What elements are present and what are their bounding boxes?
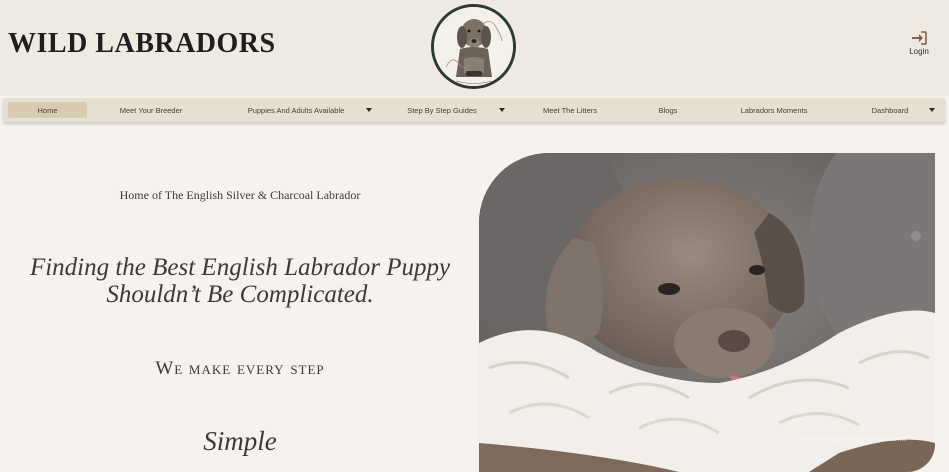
hero-emphasis: Simple xyxy=(203,426,277,456)
labrador-logo-icon xyxy=(434,7,513,86)
caret-down-icon[interactable] xyxy=(929,108,935,112)
hero-headline-line-2: Shouldn’t Be Complicated. xyxy=(106,281,374,308)
windows-activation-watermark: Go to Settings to activate Windows. xyxy=(797,436,908,443)
hero-text-column: Home of The English Silver & Charcoal La… xyxy=(0,122,480,472)
main-navigation: Home Meet Your Breeder Puppies And Adult… xyxy=(3,98,945,122)
nav-item-puppies-and-adults-available[interactable]: Puppies And Adults Available xyxy=(231,102,361,118)
hero-puppy-image: Go to Settings to activate Windows. xyxy=(479,153,935,472)
caret-down-icon[interactable] xyxy=(366,108,372,112)
puppy-photo-icon xyxy=(479,153,935,472)
nav-item-blogs[interactable]: Blogs xyxy=(643,102,693,118)
sign-in-icon xyxy=(912,31,927,45)
login-label: Login xyxy=(909,47,929,56)
site-logo[interactable] xyxy=(431,4,516,89)
hero-tagline: Home of The English Silver & Charcoal La… xyxy=(119,188,361,202)
nav-item-home[interactable]: Home xyxy=(8,102,87,118)
nav-item-step-by-step-guides[interactable]: Step By Step Guides xyxy=(396,102,488,118)
nav-item-labradors-moments[interactable]: Labradors Moments xyxy=(725,102,823,118)
site-header: WILD LABRADORS Login xyxy=(0,0,949,96)
site-title[interactable]: WILD LABRADORS xyxy=(8,28,276,60)
caret-down-icon[interactable] xyxy=(499,108,505,112)
login-button[interactable]: Login xyxy=(903,31,935,56)
hero-headline-line-1: Finding the Best English Labrador Puppy xyxy=(29,254,451,281)
nav-item-meet-your-breeder[interactable]: Meet Your Breeder xyxy=(103,102,199,118)
nav-item-meet-the-litters[interactable]: Meet The Litters xyxy=(529,102,611,118)
hero-headline: Finding the Best English Labrador Puppy … xyxy=(0,254,480,308)
nav-item-dashboard[interactable]: Dashboard xyxy=(859,102,921,118)
hero-subheading: We make every step xyxy=(155,358,325,379)
